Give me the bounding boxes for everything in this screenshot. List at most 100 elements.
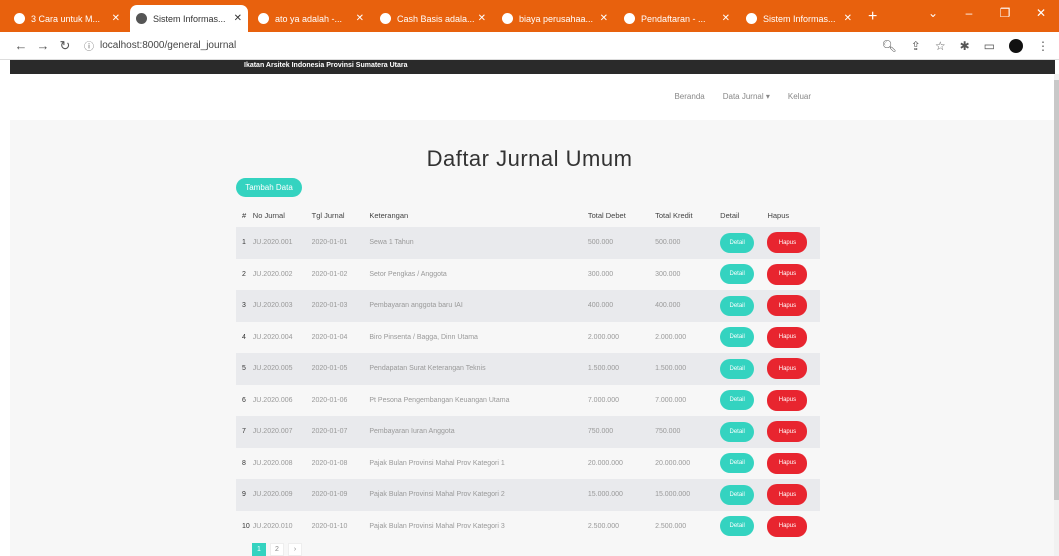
- nav-beranda[interactable]: Beranda: [674, 92, 704, 101]
- page-scrollbar[interactable]: [1054, 74, 1059, 556]
- journal-table: # No Jurnal Tgl Jurnal Keterangan Total …: [236, 203, 820, 542]
- detail-button[interactable]: Detail: [720, 327, 755, 348]
- address-bar[interactable]: ⓘ localhost:8000/general_journal: [84, 35, 872, 57]
- delete-button[interactable]: Hapus: [767, 326, 808, 348]
- app-brand: Ikatan Arsitek Indonesia Provinsi Sumate…: [244, 62, 408, 69]
- reload-icon[interactable]: ↻: [54, 38, 76, 54]
- nav-data-jurnal[interactable]: Data Jurnal ▾: [723, 92, 770, 101]
- delete-button[interactable]: Hapus: [767, 358, 808, 380]
- profile-avatar[interactable]: [1009, 38, 1023, 53]
- page-title: Daftar Jurnal Umum: [426, 146, 633, 171]
- toolbar-actions: 🔍︎ ⇪ ☆ ✱ ▭ ⋮: [882, 38, 1049, 53]
- journal-no-cell: JU.2020.006: [252, 384, 312, 416]
- detail-button[interactable]: Detail: [720, 516, 755, 537]
- detail-cell: Detail: [720, 479, 768, 511]
- menu-icon[interactable]: ⋮: [1037, 39, 1049, 53]
- delete-button[interactable]: Hapus: [767, 452, 808, 474]
- detail-button[interactable]: Detail: [720, 295, 755, 316]
- forward-icon[interactable]: →: [32, 38, 54, 53]
- browser-tab[interactable]: ato ya adalah -... ✕: [252, 5, 370, 32]
- col-header-delete: Hapus: [767, 210, 790, 220]
- description-cell: Pajak Bulan Provinsi Mahal Prov Kategori…: [369, 510, 588, 542]
- total-credit-cell: 750.000: [655, 416, 721, 448]
- detail-cell: Detail: [720, 321, 768, 353]
- page-next-button[interactable]: ›: [288, 543, 302, 556]
- total-credit-cell: 2.500.000: [655, 510, 721, 542]
- description-cell: Pembayaran Iuran Anggota: [369, 416, 588, 448]
- browser-tab[interactable]: biaya perusahaa... ✕: [496, 5, 614, 32]
- delete-button[interactable]: Hapus: [767, 421, 808, 443]
- new-tab-button[interactable]: +: [868, 8, 877, 26]
- journal-date-cell: 2020-01-04: [311, 321, 370, 353]
- delete-cell: Hapus: [767, 384, 820, 416]
- detail-button[interactable]: Detail: [720, 453, 755, 474]
- journal-date-cell: 2020-01-02: [311, 258, 370, 290]
- description-cell: Pajak Bulan Provinsi Mahal Prov Kategori…: [369, 479, 588, 511]
- journal-no-cell: JU.2020.007: [252, 416, 312, 448]
- description-cell: Setor Pengkas / Anggota: [369, 258, 588, 290]
- scrollbar-thumb[interactable]: [1054, 80, 1059, 500]
- page-button-2[interactable]: 2: [270, 543, 284, 556]
- detail-cell: Detail: [720, 416, 768, 448]
- delete-cell: Hapus: [767, 510, 820, 542]
- description-cell: Biro Pinsenta / Bagga, Dinn Utama: [369, 321, 588, 353]
- detail-button[interactable]: Detail: [720, 358, 755, 379]
- close-icon[interactable]: ✕: [478, 13, 486, 24]
- browser-tab-active[interactable]: Sistem Informas... ✕: [130, 5, 248, 32]
- table-row: 10 JU.2020.010 2020-01-10 Pajak Bulan Provi…: [236, 510, 820, 542]
- delete-button[interactable]: Hapus: [767, 295, 808, 317]
- row-number-cell: 8: [236, 447, 253, 479]
- row-number-cell: 10: [236, 510, 253, 542]
- journal-no-cell: JU.2020.010: [252, 510, 312, 542]
- close-icon[interactable]: ✕: [722, 13, 730, 24]
- detail-button[interactable]: Detail: [720, 484, 755, 505]
- close-icon[interactable]: ✕: [1023, 0, 1059, 26]
- table-row: 8 JU.2020.008 2020-01-08 Pajak Bulan Provin…: [236, 447, 820, 479]
- journal-date-cell: 2020-01-10: [311, 510, 370, 542]
- detail-button[interactable]: Detail: [720, 390, 755, 411]
- browser-tab[interactable]: Pendaftaran - ... ✕: [618, 5, 736, 32]
- browser-tab[interactable]: Cash Basis adala... ✕: [374, 5, 492, 32]
- browser-tab[interactable]: Sistem Informas... ✕: [740, 5, 858, 32]
- detail-button[interactable]: Detail: [720, 232, 755, 253]
- close-icon[interactable]: ✕: [600, 13, 608, 24]
- zoom-icon[interactable]: 🔍︎: [882, 39, 897, 53]
- detail-cell: Detail: [720, 258, 768, 290]
- share-icon[interactable]: ⇪: [911, 39, 921, 53]
- close-icon[interactable]: ✕: [844, 13, 852, 24]
- delete-button[interactable]: Hapus: [767, 484, 808, 506]
- row-number-cell: 1: [236, 227, 253, 259]
- col-header-detail: Detail: [720, 210, 740, 220]
- delete-button[interactable]: Hapus: [767, 389, 808, 411]
- detail-button[interactable]: Detail: [720, 421, 755, 442]
- table-row: 4 JU.2020.004 2020-01-04 Biro Pinsenta / Ba…: [236, 321, 820, 353]
- extensions-icon[interactable]: ✱: [960, 39, 970, 53]
- row-number-cell: 6: [236, 384, 253, 416]
- close-icon[interactable]: ✕: [234, 13, 242, 24]
- detail-button[interactable]: Detail: [720, 264, 755, 285]
- maximize-icon[interactable]: ❐: [987, 0, 1023, 26]
- delete-button[interactable]: Hapus: [767, 263, 808, 285]
- chevron-down-icon[interactable]: ⌄: [915, 0, 951, 26]
- journal-no-cell: JU.2020.004: [252, 321, 312, 353]
- delete-cell: Hapus: [767, 416, 820, 448]
- browser-tab[interactable]: 3 Cara untuk M... ✕: [8, 5, 126, 32]
- back-icon[interactable]: ←: [10, 38, 32, 53]
- star-icon[interactable]: ☆: [935, 39, 946, 53]
- minimize-icon[interactable]: –: [951, 0, 987, 26]
- sidebar-icon[interactable]: ▭: [984, 39, 995, 53]
- journal-date-cell: 2020-01-03: [311, 290, 370, 322]
- page-button-1[interactable]: 1: [252, 543, 266, 556]
- delete-button[interactable]: Hapus: [767, 515, 808, 537]
- info-icon[interactable]: ⓘ: [84, 38, 94, 53]
- globe-icon: [502, 13, 513, 24]
- table-row: 2 JU.2020.002 2020-01-02 Setor Pengkas / An…: [236, 258, 820, 290]
- close-icon[interactable]: ✕: [356, 13, 364, 24]
- site-favicon-icon: [14, 13, 25, 24]
- close-icon[interactable]: ✕: [112, 13, 120, 24]
- journal-no-cell: JU.2020.002: [252, 258, 312, 290]
- total-credit-cell: 400.000: [655, 290, 721, 322]
- delete-button[interactable]: Hapus: [767, 232, 808, 254]
- add-data-button[interactable]: Tambah Data: [236, 178, 302, 197]
- nav-keluar[interactable]: Keluar: [788, 92, 811, 101]
